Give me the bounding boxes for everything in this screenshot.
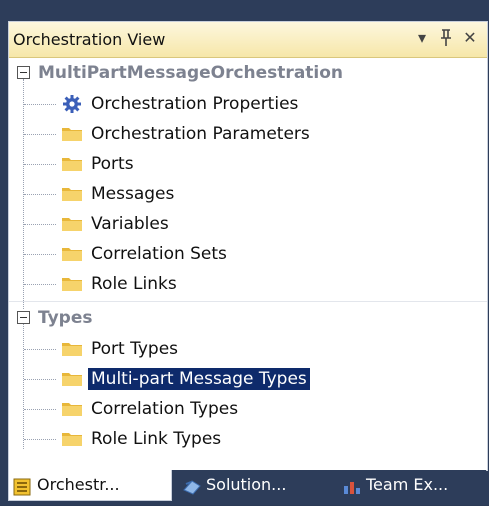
tree-item-label: Role Link Types: [91, 429, 222, 449]
tree-item-label: Variables: [91, 214, 169, 234]
folder-icon: [61, 185, 83, 201]
tab-label: Solution...: [206, 475, 287, 494]
tree-connector: [24, 194, 56, 195]
tree-item-label: Ports: [91, 154, 134, 174]
folder-icon: [61, 400, 83, 416]
window-position-dropdown-icon[interactable]: ▾: [413, 27, 431, 49]
tree-connector: [24, 254, 56, 255]
tree-group-orchestration[interactable]: MultiPartMessageOrchestration: [9, 58, 487, 88]
collapse-toggle[interactable]: [17, 66, 30, 79]
tree-group-label: Types: [38, 308, 93, 328]
team-explorer-icon: [342, 476, 360, 494]
tree-item-port-types[interactable]: Port Types: [9, 334, 487, 364]
tree-connector: [24, 349, 56, 350]
folder-icon: [61, 340, 83, 356]
folder-icon: [61, 245, 83, 261]
tool-window-tabs: Orchestr... Solution... Team Ex...: [8, 470, 486, 502]
tab-orchestration-view[interactable]: Orchestr...: [8, 470, 172, 501]
tree-item-orchestration-parameters[interactable]: Orchestration Parameters: [9, 119, 487, 149]
tree-item-variables[interactable]: Variables: [9, 209, 487, 239]
pin-icon[interactable]: [437, 27, 455, 49]
group-separator: [9, 301, 487, 302]
tree-item-orchestration-properties[interactable]: Orchestration Properties: [9, 89, 487, 119]
tree-item-correlation-types[interactable]: Correlation Types: [9, 394, 487, 424]
tree-item-correlation-sets[interactable]: Correlation Sets: [9, 239, 487, 269]
tree-item-label: Port Types: [91, 339, 179, 359]
folder-icon: [61, 155, 83, 171]
orchestration-tree: MultiPartMessageOrchestration Orchestrat…: [9, 58, 487, 470]
tree-item-label: Role Links: [91, 274, 177, 294]
tree-item-multi-part-message-types[interactable]: Multi-part Message Types: [9, 364, 487, 394]
panel-titlebar: Orchestration View ▾ ✕: [9, 22, 487, 58]
folder-icon: [61, 125, 83, 141]
tree-item-label: Correlation Types: [91, 399, 239, 419]
folder-icon: [61, 430, 83, 446]
tree-item-ports[interactable]: Ports: [9, 149, 487, 179]
orchestration-view-icon: [13, 476, 31, 496]
tab-label: Orchestr...: [37, 475, 120, 494]
tab-team-explorer[interactable]: Team Ex...: [338, 470, 484, 500]
tree-connector: [24, 379, 56, 380]
panel-title: Orchestration View: [13, 30, 166, 49]
tab-solution-explorer[interactable]: Solution...: [178, 470, 324, 500]
tree-connector: [24, 409, 56, 410]
tree-item-messages[interactable]: Messages: [9, 179, 487, 209]
tree-connector: [24, 439, 56, 440]
tree-connector: [24, 284, 56, 285]
tree-connector: [24, 224, 56, 225]
solution-explorer-icon: [182, 476, 201, 495]
tree-item-label: Correlation Sets: [91, 244, 227, 264]
tree-item-role-link-types[interactable]: Role Link Types: [9, 424, 487, 454]
close-icon[interactable]: ✕: [461, 27, 479, 49]
tree-group-types[interactable]: Types: [9, 303, 487, 333]
tree-connector: [24, 164, 56, 165]
tool-window-frame: Orchestration View ▾ ✕ MultiPartMessageO…: [0, 0, 489, 505]
orchestration-view-panel: Orchestration View ▾ ✕ MultiPartMessageO…: [8, 21, 488, 471]
folder-icon: [61, 370, 83, 386]
tab-label: Team Ex...: [366, 475, 449, 494]
tree-group-label: MultiPartMessageOrchestration: [38, 63, 344, 83]
tree-item-label: Orchestration Properties: [91, 94, 299, 114]
gear-icon: [61, 94, 83, 113]
tree-item-role-links[interactable]: Role Links: [9, 269, 487, 299]
folder-icon: [61, 215, 83, 231]
tree-connector: [24, 134, 56, 135]
folder-icon: [61, 275, 83, 291]
tree-item-label: Messages: [91, 184, 175, 204]
tree-connector: [24, 104, 56, 105]
tree-item-label: Orchestration Parameters: [91, 124, 310, 144]
tree-item-label: Multi-part Message Types: [88, 368, 310, 390]
collapse-toggle[interactable]: [17, 311, 30, 324]
